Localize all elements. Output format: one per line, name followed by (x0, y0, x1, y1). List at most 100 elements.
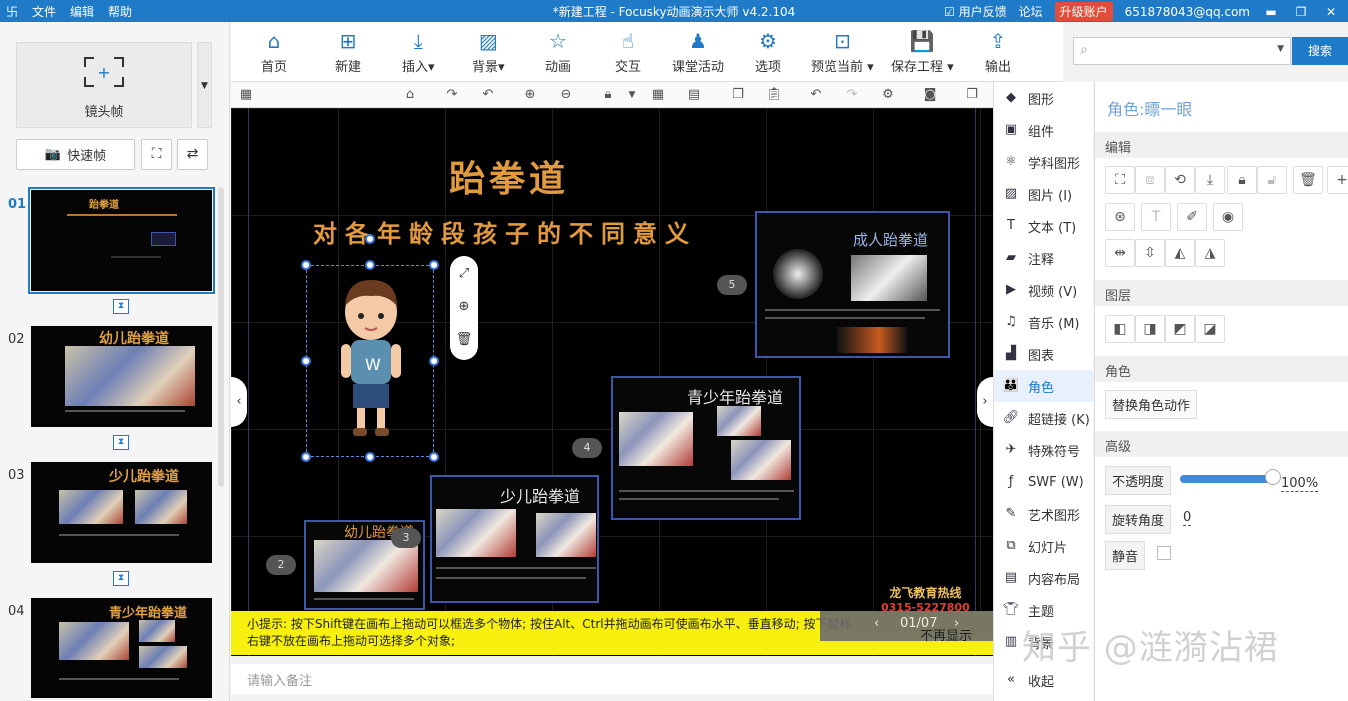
insert-slide[interactable]: ⧉ 幻灯片 (994, 530, 1094, 562)
frame-adult[interactable]: 成人跆拳道 (755, 211, 950, 358)
close-icon[interactable]: ✕ (1322, 5, 1340, 19)
replace-icon[interactable]: ⟲ (1165, 166, 1195, 194)
bring-forward-icon[interactable]: ◨ (1135, 315, 1165, 343)
home-view-icon[interactable]: ⌂ (401, 86, 419, 104)
insert-note[interactable]: ▰ 注释 (994, 242, 1094, 274)
editor-canvas[interactable]: 跆拳道 对各年龄段孩子的不同意义 成人跆拳道 青少年跆拳道 少儿跆拳道 幼儿跆拳… (231, 108, 993, 656)
bring-front-icon[interactable]: ◧ (1105, 315, 1135, 343)
restore-icon[interactable]: ❐ (1292, 5, 1310, 19)
opacity-value[interactable]: 100% (1281, 476, 1319, 492)
eye-icon[interactable]: ◉ (1213, 203, 1243, 231)
slide-panel-scrollbar[interactable] (218, 187, 224, 487)
transition-icon[interactable]: ⧗ (113, 299, 129, 314)
copy-icon[interactable]: ❐ (729, 86, 747, 104)
brush-icon[interactable]: ✐ (1177, 203, 1207, 231)
opacity-slider-handle[interactable] (1265, 469, 1281, 485)
camera-frame-dropdown[interactable]: ▼ (197, 42, 212, 128)
opacity-slider[interactable] (1180, 475, 1272, 483)
window-icon[interactable]: ❐ (963, 86, 981, 104)
resize-handle[interactable] (301, 356, 311, 366)
insert-layout[interactable]: ▤ 内容布局 (994, 562, 1094, 594)
screenshot-icon[interactable]: ◙ (921, 86, 939, 104)
add-icon[interactable]: + (1327, 166, 1348, 194)
swap-frame-button[interactable]: ⇄ (177, 139, 208, 170)
replace-action-button[interactable]: 替换角色动作 (1105, 390, 1198, 419)
selected-character[interactable]: W (306, 265, 434, 457)
menu-file[interactable]: 文件 (32, 3, 56, 20)
lock-icon[interactable]: 🔒︎ (599, 86, 617, 104)
text-style-icon[interactable]: T (1141, 203, 1171, 231)
insert-shape[interactable]: ◆ 图形 (994, 82, 1094, 114)
toolbar-save[interactable]: 💾 保存工程 ▾ (891, 28, 954, 75)
menu-help[interactable]: 帮助 (108, 3, 132, 20)
next-arrow-icon[interactable]: › (977, 377, 993, 427)
insert-subject-shape[interactable]: ⚛ 学科图形 (994, 146, 1094, 178)
insert-component[interactable]: ▣ 组件 (994, 114, 1094, 146)
slide-thumbnail-2[interactable]: 幼儿跆拳道 (31, 326, 212, 427)
snapshot-button[interactable]: 📷 快速帧 (16, 139, 135, 170)
toolbar-classroom[interactable]: ♟ 课堂活动 (672, 28, 724, 75)
mirror-right-icon[interactable]: ◮ (1195, 239, 1225, 267)
send-back-icon[interactable]: ◪ (1195, 315, 1225, 343)
upgrade-button[interactable]: 升级账户 (1054, 2, 1113, 21)
transition-icon[interactable]: ⧗ (113, 435, 129, 450)
slide-title[interactable]: 跆拳道 (449, 150, 569, 202)
slide-thumbnail-4[interactable]: 青少年跆拳道 (31, 598, 212, 698)
fullscreen-icon[interactable]: ⤢ (450, 259, 478, 289)
frame-child[interactable]: 少儿跆拳道 (430, 475, 599, 603)
transition-icon[interactable]: ⧗ (113, 571, 129, 586)
frame-order-badge[interactable]: 2 (266, 555, 296, 575)
page-settings-icon[interactable]: ⚙ (879, 86, 897, 104)
toolbar-options[interactable]: ⚙ 选项 (755, 28, 781, 75)
frame-order-badge[interactable]: 4 (572, 438, 602, 458)
minimize-icon[interactable]: ▬ (1262, 5, 1280, 19)
frame-teen[interactable]: 青少年跆拳道 (611, 376, 801, 520)
toolbar-animation[interactable]: ☆ 动画 (545, 28, 571, 75)
rotate-handle[interactable] (365, 234, 375, 244)
download-icon[interactable]: ⤓ (1195, 166, 1225, 194)
resize-handle[interactable] (301, 260, 311, 270)
chevron-down-icon[interactable]: ▼ (623, 86, 641, 104)
toolbar-new[interactable]: ⊞ 新建 (335, 28, 361, 75)
menu-edit[interactable]: 编辑 (70, 3, 94, 20)
slide-thumbnail-3[interactable]: 少儿跆拳道 (31, 462, 212, 563)
insert-text[interactable]: T 文本 (T) (994, 210, 1094, 242)
insert-symbol[interactable]: ✈ 特殊符号 (994, 434, 1094, 466)
insert-link[interactable]: 🔗︎ 超链接 (K) (994, 402, 1094, 434)
grid-icon[interactable]: ▦ (649, 86, 667, 104)
insert-swf[interactable]: ƒ SWF (W) (994, 466, 1094, 498)
chevron-down-icon[interactable]: ▼ (1277, 44, 1284, 54)
delete-icon[interactable]: 🗑︎ (450, 325, 478, 355)
insert-image[interactable]: ▨ 图片 (I) (994, 178, 1094, 210)
insert-art-shape[interactable]: ✎ 艺术图形 (994, 498, 1094, 530)
mute-checkbox[interactable] (1157, 546, 1171, 560)
unlock-icon[interactable]: 🔓︎ (1257, 166, 1287, 194)
align-icon[interactable]: ▤ (685, 86, 703, 104)
mirror-left-icon[interactable]: ◭ (1165, 239, 1195, 267)
resize-handle[interactable] (429, 260, 439, 270)
undo-icon[interactable]: ↶ (807, 86, 825, 104)
insert-music[interactable]: ♫ 音乐 (M) (994, 306, 1094, 338)
resize-handle[interactable] (301, 452, 311, 462)
insert-video[interactable]: ▶ 视频 (V) (994, 274, 1094, 306)
insert-chart[interactable]: ▟ 图表 (994, 338, 1094, 370)
rotate-right-icon[interactable]: ↷ (443, 86, 461, 104)
rotate-left-icon[interactable]: ↶ (479, 86, 497, 104)
flip-horizontal-icon[interactable]: ⇹ (1105, 239, 1135, 267)
animation-target-icon[interactable]: ⊛ (1105, 203, 1135, 231)
rotation-value[interactable]: 0 (1183, 510, 1192, 526)
zoom-in-icon[interactable]: ⊕ (521, 86, 539, 104)
send-backward-icon[interactable]: ◩ (1165, 315, 1195, 343)
slide-thumbnail-1[interactable]: 跆拳道 (28, 187, 215, 294)
lock-icon[interactable]: 🔒︎ (1227, 166, 1257, 194)
toolbar-interaction[interactable]: ☝ 交互 (615, 28, 641, 75)
add-icon[interactable]: ⊕ (450, 292, 478, 322)
toolbar-export[interactable]: ⇪ 输出 (985, 28, 1011, 75)
redo-icon[interactable]: ↷ (843, 86, 861, 104)
prev-page-icon[interactable]: ‹ (874, 616, 879, 631)
resize-handle[interactable] (429, 356, 439, 366)
frame-order-badge[interactable]: 5 (717, 275, 747, 295)
resize-handle[interactable] (429, 452, 439, 462)
resize-handle[interactable] (365, 452, 375, 462)
forum-link[interactable]: 论坛 (1019, 3, 1043, 20)
